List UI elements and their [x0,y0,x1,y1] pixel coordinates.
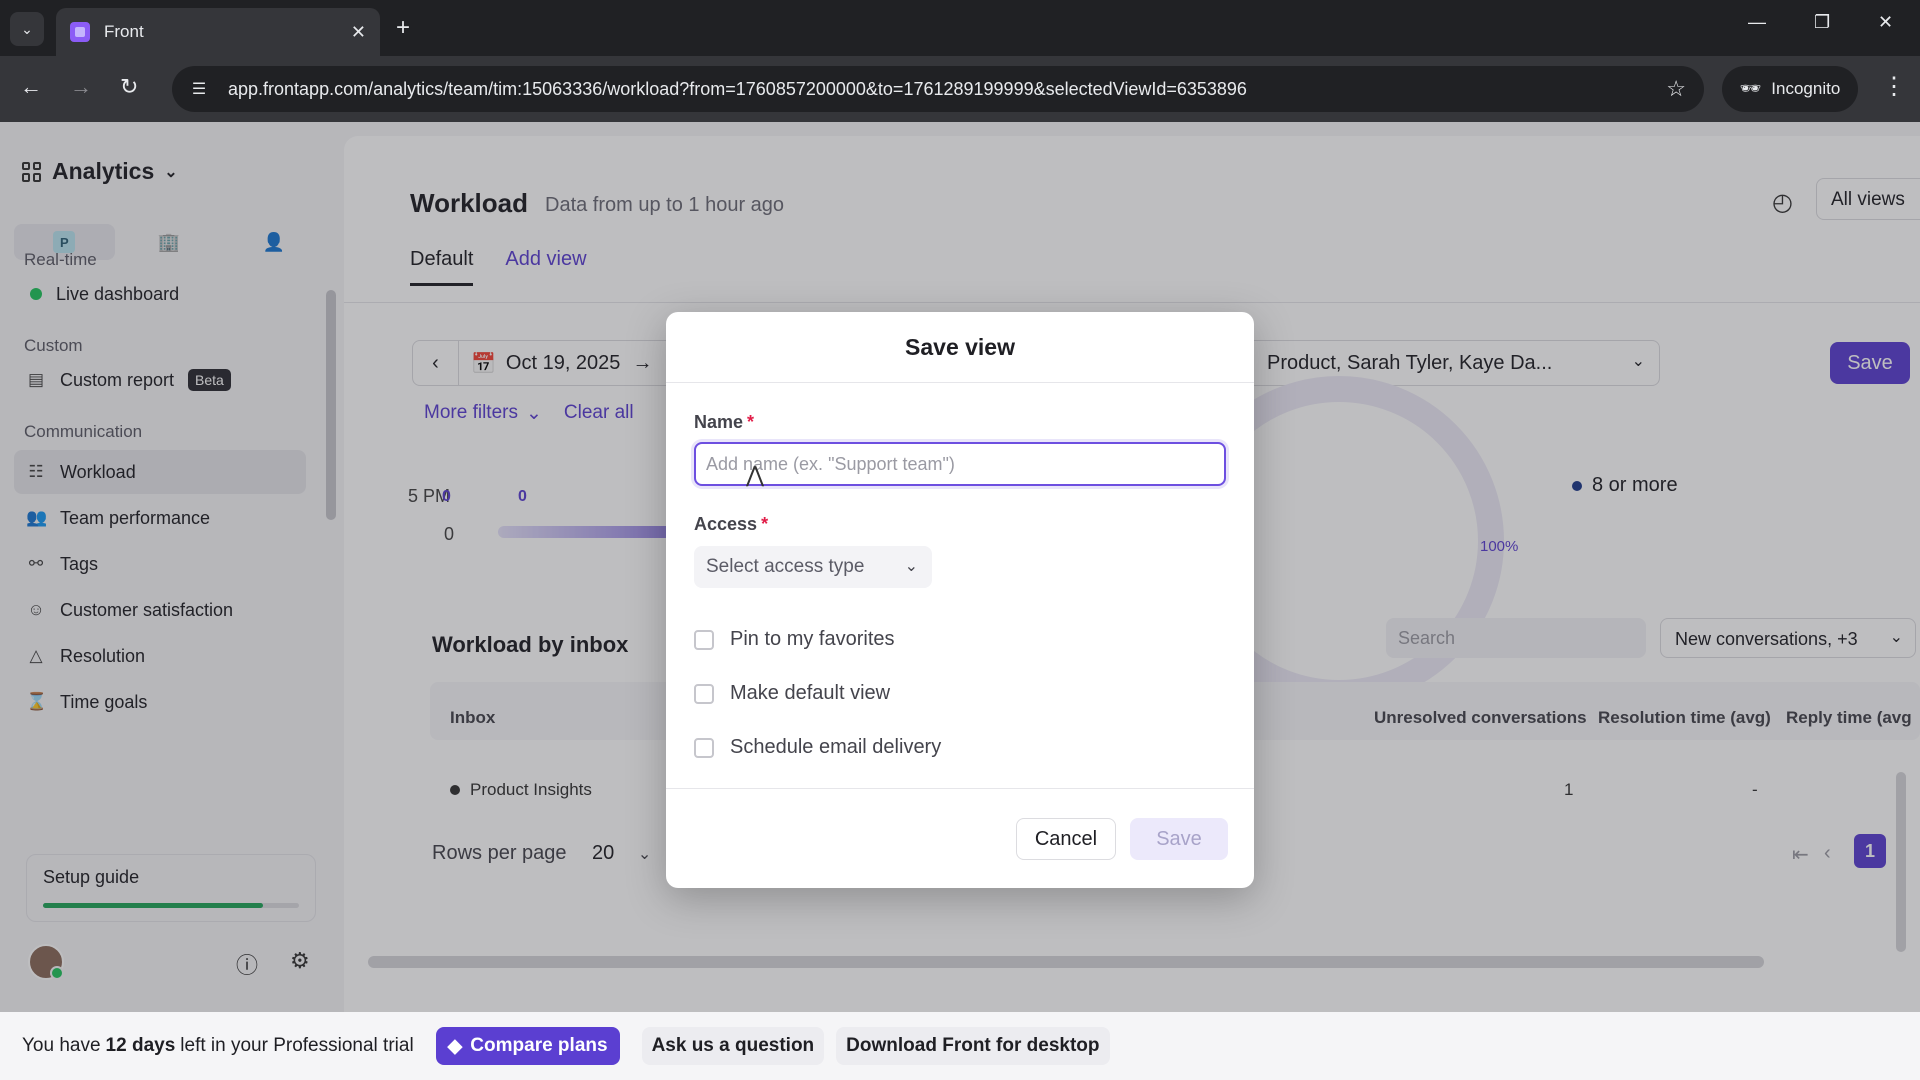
access-field-label: Access * [694,514,768,535]
back-icon[interactable]: ← [20,74,42,100]
dialog-title: Save view [905,334,1015,360]
text-cursor-icon: ⋀ [746,462,765,487]
browser-tab-bar: ⌄ Front ✕ + — ❐ ✕ [0,0,1920,56]
dialog-footer-divider [666,788,1254,789]
reload-icon[interactable]: ↻ [120,74,138,100]
default-view-checkbox[interactable] [694,683,714,704]
browser-tab[interactable]: Front ✕ [56,8,380,56]
required-marker: * [747,412,755,432]
trial-suffix: left in your Professional trial [180,1035,414,1056]
window-close-icon[interactable]: ✕ [1878,12,1893,33]
bookmark-star-icon[interactable]: ☆ [1666,76,1686,102]
trial-days: 12 days [105,1035,176,1056]
front-favicon-icon [70,22,90,42]
address-bar[interactable]: ☰ app.frontapp.com/analytics/team/tim:15… [172,66,1704,112]
compare-plans-button[interactable]: ◆ Compare plans [435,1027,620,1065]
chevron-down-icon: ⌄ [904,558,918,575]
access-type-select[interactable]: Select access type ⌄ [694,546,932,588]
download-desktop-button[interactable]: Download Front for desktop [836,1027,1110,1065]
pin-favorites-checkbox[interactable] [694,629,714,650]
access-label-text: Access [694,514,758,534]
browser-toolbar: ← → ↻ ☰ app.frontapp.com/analytics/team/… [0,56,1920,122]
url-text: app.frontapp.com/analytics/team/tim:1506… [228,78,1247,99]
browser-menu-icon[interactable]: ⋮ [1882,72,1906,101]
tab-close-icon[interactable]: ✕ [351,22,366,43]
default-view-label: Make default view [730,682,891,704]
schedule-email-option[interactable]: Schedule email delivery [694,736,941,759]
pin-favorites-option[interactable]: Pin to my favorites [694,628,895,651]
forward-icon[interactable]: → [70,74,92,100]
compare-plans-label: Compare plans [470,1035,608,1056]
name-field-label: Name * [694,412,754,433]
cancel-button[interactable]: Cancel [1016,818,1116,860]
schedule-email-label: Schedule email delivery [730,736,942,758]
trial-prefix: You have [22,1035,101,1056]
incognito-icon: 🕶 [1739,79,1762,98]
minimize-icon[interactable]: — [1748,12,1766,33]
incognito-indicator[interactable]: 🕶 Incognito [1722,66,1858,112]
restore-icon[interactable]: ❐ [1814,12,1830,33]
name-label-text: Name [694,412,744,432]
diamond-icon: ◆ [447,1035,463,1057]
save-view-dialog: Save view Name* Access* Select access ty… [666,312,1254,888]
schedule-email-checkbox[interactable] [694,737,714,758]
save-button[interactable]: Save [1130,818,1228,860]
tab-title: Front [104,22,144,41]
site-settings-icon[interactable]: ☰ [188,78,210,100]
tab-search-icon[interactable]: ⌄ [10,12,44,46]
new-tab-icon[interactable]: + [396,14,410,42]
incognito-label: Incognito [1771,79,1841,98]
default-view-option[interactable]: Make default view [694,682,890,705]
trial-banner: You have 12 days left in your Profession… [0,1012,1920,1080]
ask-question-button[interactable]: Ask us a question [641,1027,825,1065]
view-name-input[interactable] [694,442,1226,486]
access-select-text: Select access type [706,556,865,577]
pin-favorites-label: Pin to my favorites [730,628,895,650]
dialog-divider [666,382,1254,383]
required-marker: * [761,514,769,534]
